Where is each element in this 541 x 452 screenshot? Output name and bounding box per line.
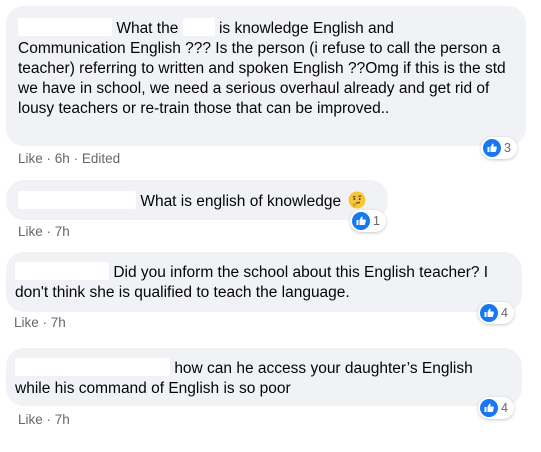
reaction-number: 4	[501, 401, 508, 415]
reaction-count-1[interactable]: 3	[481, 137, 517, 159]
like-reaction-icon	[480, 399, 498, 417]
redacted-name	[15, 358, 170, 376]
redacted-word	[182, 18, 215, 36]
timestamp[interactable]: 7h	[55, 224, 70, 239]
reaction-number: 4	[501, 306, 508, 320]
like-reaction-icon	[480, 304, 498, 322]
like-link[interactable]: Like	[18, 412, 43, 427]
redacted-name	[18, 18, 112, 36]
redacted-name	[18, 191, 136, 209]
separator: ·	[73, 151, 79, 166]
comment-3-line1: Did you inform the school about this Eng…	[113, 264, 489, 281]
comment-meta-2: Like · 7h	[18, 224, 70, 239]
comment-4-line1: how can he access your daughter’s Englis…	[174, 360, 473, 377]
comment-bubble-1: What the is knowledge English and Commun…	[6, 6, 526, 146]
separator: ·	[42, 315, 48, 330]
reaction-count-2[interactable]: 1	[350, 210, 386, 232]
separator: ·	[46, 412, 52, 427]
comment-bubble-4: how can he access your daughter’s Englis…	[6, 348, 522, 406]
reaction-number: 3	[504, 141, 511, 155]
timestamp[interactable]: 7h	[55, 412, 70, 427]
thinking-face-icon	[348, 191, 366, 209]
like-reaction-icon	[483, 139, 501, 157]
comment-meta-3: Like · 7h	[14, 315, 66, 330]
comment-4-line2: while his command of English is so poor	[15, 380, 291, 397]
like-link[interactable]: Like	[18, 224, 43, 239]
comment-text-1: What the is knowledge English and Commun…	[18, 18, 512, 119]
reaction-number: 1	[373, 214, 380, 228]
like-reaction-icon	[352, 212, 370, 230]
comment-meta-1: Like · 6h · Edited	[18, 151, 120, 166]
comment-bubble-2: What is english of knowledge	[6, 180, 388, 220]
timestamp[interactable]: 6h	[55, 151, 70, 166]
comment-1-line1-a: What the	[116, 20, 179, 37]
comment-2-text: What is english of knowledge	[140, 193, 342, 210]
comment-1-body: Communication English ??? Is the person …	[18, 40, 506, 117]
comment-bubble-3: Did you inform the school about this Eng…	[6, 252, 522, 312]
comment-meta-4: Like · 7h	[18, 412, 70, 427]
separator: ·	[46, 224, 52, 239]
like-link[interactable]: Like	[18, 151, 43, 166]
reaction-count-4[interactable]: 4	[478, 397, 514, 419]
separator: ·	[46, 151, 52, 166]
comment-1-line1-b: is knowledge English and	[218, 20, 394, 37]
like-link[interactable]: Like	[14, 315, 39, 330]
reaction-count-3[interactable]: 4	[478, 302, 514, 324]
redacted-name	[15, 262, 109, 280]
edited-label: Edited	[81, 151, 121, 166]
timestamp[interactable]: 7h	[51, 315, 66, 330]
comment-3-line2: don't think she is qualified to teach th…	[15, 284, 350, 301]
